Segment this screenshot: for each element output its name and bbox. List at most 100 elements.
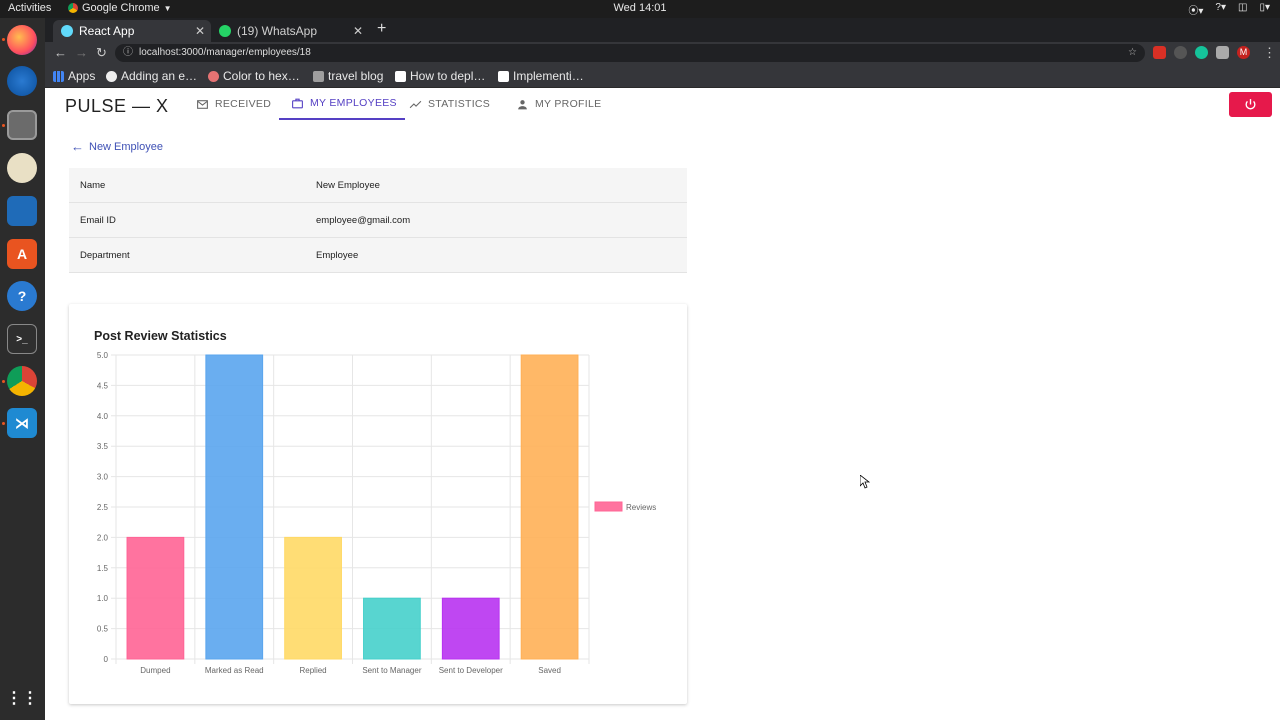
y-tick-label: 5.0 <box>97 351 109 360</box>
bar <box>441 597 500 660</box>
y-tick-label: 2.5 <box>97 503 109 512</box>
medium-icon <box>498 70 509 82</box>
bookmark-label: Apps <box>68 69 96 83</box>
bookmark-item[interactable]: Implementi… <box>498 69 584 83</box>
bookmark-label: How to depl… <box>410 69 486 83</box>
bookmark-label: Color to hex… <box>223 69 300 83</box>
whatsapp-icon <box>219 25 231 37</box>
back-link-label: New Employee <box>89 140 163 153</box>
nav-my-employees[interactable]: MY EMPLOYEES <box>279 88 405 120</box>
bookmark-item[interactable]: Adding an e… <box>106 69 197 83</box>
show-applications-icon[interactable]: ⋮⋮ <box>6 683 38 713</box>
star-icon[interactable]: ☆ <box>1128 44 1137 62</box>
system-top-bar: Activities Google Chrome ▼ Wed 14:01 ⦿▾ … <box>0 0 1280 18</box>
bookmarks-bar: Apps Adding an e… Color to hex… travel b… <box>45 64 1280 88</box>
tab-whatsapp[interactable]: (19) WhatsApp ✕ <box>211 20 369 42</box>
menu-icon[interactable]: ⋮ <box>1263 45 1276 61</box>
y-tick-label: 0 <box>104 655 109 664</box>
github-icon <box>106 70 117 82</box>
extension-icon[interactable] <box>1174 46 1187 59</box>
logout-button[interactable] <box>1229 92 1272 117</box>
nav-statistics[interactable]: STATISTICS <box>409 88 490 120</box>
reload-icon[interactable]: ↻ <box>96 45 107 61</box>
bookmark-label: travel blog <box>328 69 384 83</box>
bookmark-item[interactable]: travel blog <box>313 69 383 83</box>
info-icon[interactable]: ⓘ <box>123 44 133 62</box>
x-tick-label: Marked as Read <box>205 666 264 675</box>
detail-value: employee@gmail.com <box>316 215 411 226</box>
rhythmbox-icon[interactable] <box>7 153 37 183</box>
dock: A ? >_ ⋊ ⋮⋮ <box>0 18 45 720</box>
extension-icon[interactable] <box>1153 46 1166 59</box>
grammarly-icon[interactable] <box>1195 46 1208 59</box>
table-row: Name New Employee <box>69 168 687 203</box>
legend-swatch <box>594 501 623 512</box>
bar <box>205 354 264 660</box>
new-tab-button[interactable]: + <box>377 20 386 38</box>
y-tick-label: 4.5 <box>97 381 109 390</box>
nav-my-profile[interactable]: MY PROFILE <box>516 88 601 120</box>
back-arrow-icon[interactable]: ← <box>54 45 67 60</box>
y-tick-label: 3.0 <box>97 473 109 482</box>
help-icon[interactable]: ?▾ <box>1215 2 1226 17</box>
bar <box>363 597 421 660</box>
firefox-icon[interactable] <box>7 25 37 55</box>
nav-received[interactable]: RECEIVED <box>196 88 271 120</box>
y-tick-label: 2.0 <box>97 533 109 542</box>
stats-card: Post Review Statistics 0 0.5 1.0 1.5 2.0 2.5 3… <box>69 304 687 704</box>
palette-icon <box>208 70 219 82</box>
table-row: Department Employee <box>69 238 687 273</box>
browser-window: React App ✕ (19) WhatsApp ✕ + ← → ↻ ⓘ lo… <box>45 18 1280 720</box>
vscode-icon[interactable]: ⋊ <box>7 408 37 438</box>
detail-label: Email ID <box>80 215 116 226</box>
y-tick-label: 1.0 <box>97 594 109 603</box>
person-icon <box>518 99 527 109</box>
chrome-icon[interactable] <box>7 366 37 396</box>
close-icon[interactable]: ✕ <box>195 24 205 38</box>
x-tick-label: Dumped <box>140 666 170 675</box>
avatar[interactable]: M <box>1237 46 1250 59</box>
system-tray[interactable]: ⦿▾ ?▾ ◫ ▯▾ <box>1188 2 1270 17</box>
y-tick-label: 3.5 <box>97 442 109 451</box>
detail-value: New Employee <box>316 180 380 191</box>
detail-label: Department <box>80 250 130 261</box>
software-center-icon[interactable]: A <box>7 239 37 269</box>
battery-icon[interactable]: ▯▾ <box>1259 2 1270 17</box>
help-app-icon[interactable]: ? <box>7 281 37 311</box>
browser-toolbar: ← → ↻ ⓘ localhost:3000/manager/employees… <box>45 42 1280 64</box>
y-tick-label: 0.5 <box>97 625 109 634</box>
files-icon[interactable] <box>7 110 37 140</box>
network-icon[interactable]: ◫ <box>1238 2 1247 17</box>
address-bar[interactable]: ⓘ localhost:3000/manager/employees/18 ☆ <box>115 44 1145 62</box>
brand-logo[interactable]: PULSE — X <box>65 96 169 117</box>
tab-strip: React App ✕ (19) WhatsApp ✕ + <box>45 18 1280 42</box>
bar <box>520 354 579 660</box>
libreoffice-writer-icon[interactable] <box>7 196 37 226</box>
nav-label: STATISTICS <box>428 98 491 110</box>
thunderbird-icon[interactable] <box>7 66 37 96</box>
web-page: PULSE — X RECEIVED MY EMPLOYEES STATISTI… <box>45 88 1280 720</box>
bar <box>284 536 342 660</box>
bookmark-apps[interactable]: Apps <box>53 69 95 83</box>
close-icon[interactable]: ✕ <box>353 24 363 38</box>
bar <box>126 536 185 660</box>
bookmark-item[interactable]: Color to hex… <box>208 69 300 83</box>
mouse-cursor-icon <box>860 475 870 489</box>
terminal-icon[interactable]: >_ <box>7 324 37 354</box>
bookmark-label: Implementi… <box>513 69 584 83</box>
tab-react-app[interactable]: React App ✕ <box>53 20 211 42</box>
bookmark-label: Adding an e… <box>121 69 198 83</box>
back-link[interactable]: ← New Employee <box>71 139 163 154</box>
legend-label: Reviews <box>626 503 656 512</box>
accessibility-icon[interactable]: ⦿▾ <box>1188 2 1203 17</box>
nav-label: MY EMPLOYEES <box>310 97 397 109</box>
table-row: Email ID employee@gmail.com <box>69 203 687 238</box>
forward-arrow-icon[interactable]: → <box>75 45 88 60</box>
clock[interactable]: Wed 14:01 <box>0 2 1280 14</box>
puzzle-icon[interactable] <box>1216 46 1229 59</box>
blog-icon <box>313 70 324 82</box>
nav-label: RECEIVED <box>215 98 272 110</box>
bookmark-item[interactable]: How to depl… <box>395 69 485 83</box>
arrow-left-icon: ← <box>71 139 84 154</box>
x-tick-label: Replied <box>300 666 327 675</box>
